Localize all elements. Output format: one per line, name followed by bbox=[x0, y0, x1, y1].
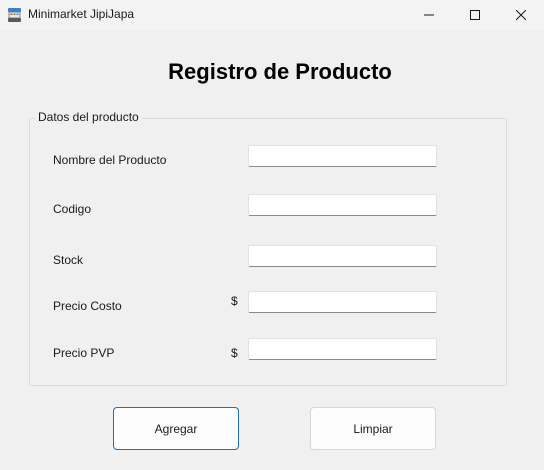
stock-input[interactable] bbox=[248, 245, 437, 267]
stock-label: Stock bbox=[53, 253, 84, 267]
precio-pvp-input[interactable] bbox=[248, 338, 437, 360]
minimize-icon bbox=[424, 10, 434, 20]
close-icon bbox=[516, 10, 526, 20]
maximize-button[interactable] bbox=[452, 0, 498, 30]
cash-register-icon bbox=[7, 7, 22, 23]
precio-pvp-currency: $ bbox=[231, 346, 238, 360]
precio-costo-currency: $ bbox=[231, 294, 238, 308]
group-label: Datos del producto bbox=[35, 110, 142, 124]
form-heading: Registro de Producto bbox=[168, 59, 392, 84]
nombre-label: Nombre del Producto bbox=[53, 153, 167, 167]
precio-pvp-label: Precio PVP bbox=[53, 346, 115, 360]
codigo-input[interactable] bbox=[248, 194, 437, 216]
window-title: Minimarket JipiJapa bbox=[28, 7, 135, 21]
maximize-icon bbox=[470, 10, 480, 20]
precio-costo-label: Precio Costo bbox=[53, 299, 122, 313]
minimize-button[interactable] bbox=[406, 0, 452, 30]
add-button[interactable]: Agregar bbox=[113, 407, 239, 450]
precio-costo-input[interactable] bbox=[248, 291, 437, 313]
app-window: Minimarket JipiJapa Registro de Producto… bbox=[0, 0, 544, 470]
title-bar[interactable]: Minimarket JipiJapa bbox=[0, 0, 544, 30]
codigo-label: Codigo bbox=[53, 202, 92, 216]
close-button[interactable] bbox=[498, 0, 544, 30]
clear-button[interactable]: Limpiar bbox=[310, 407, 436, 450]
nombre-input[interactable] bbox=[248, 145, 437, 167]
